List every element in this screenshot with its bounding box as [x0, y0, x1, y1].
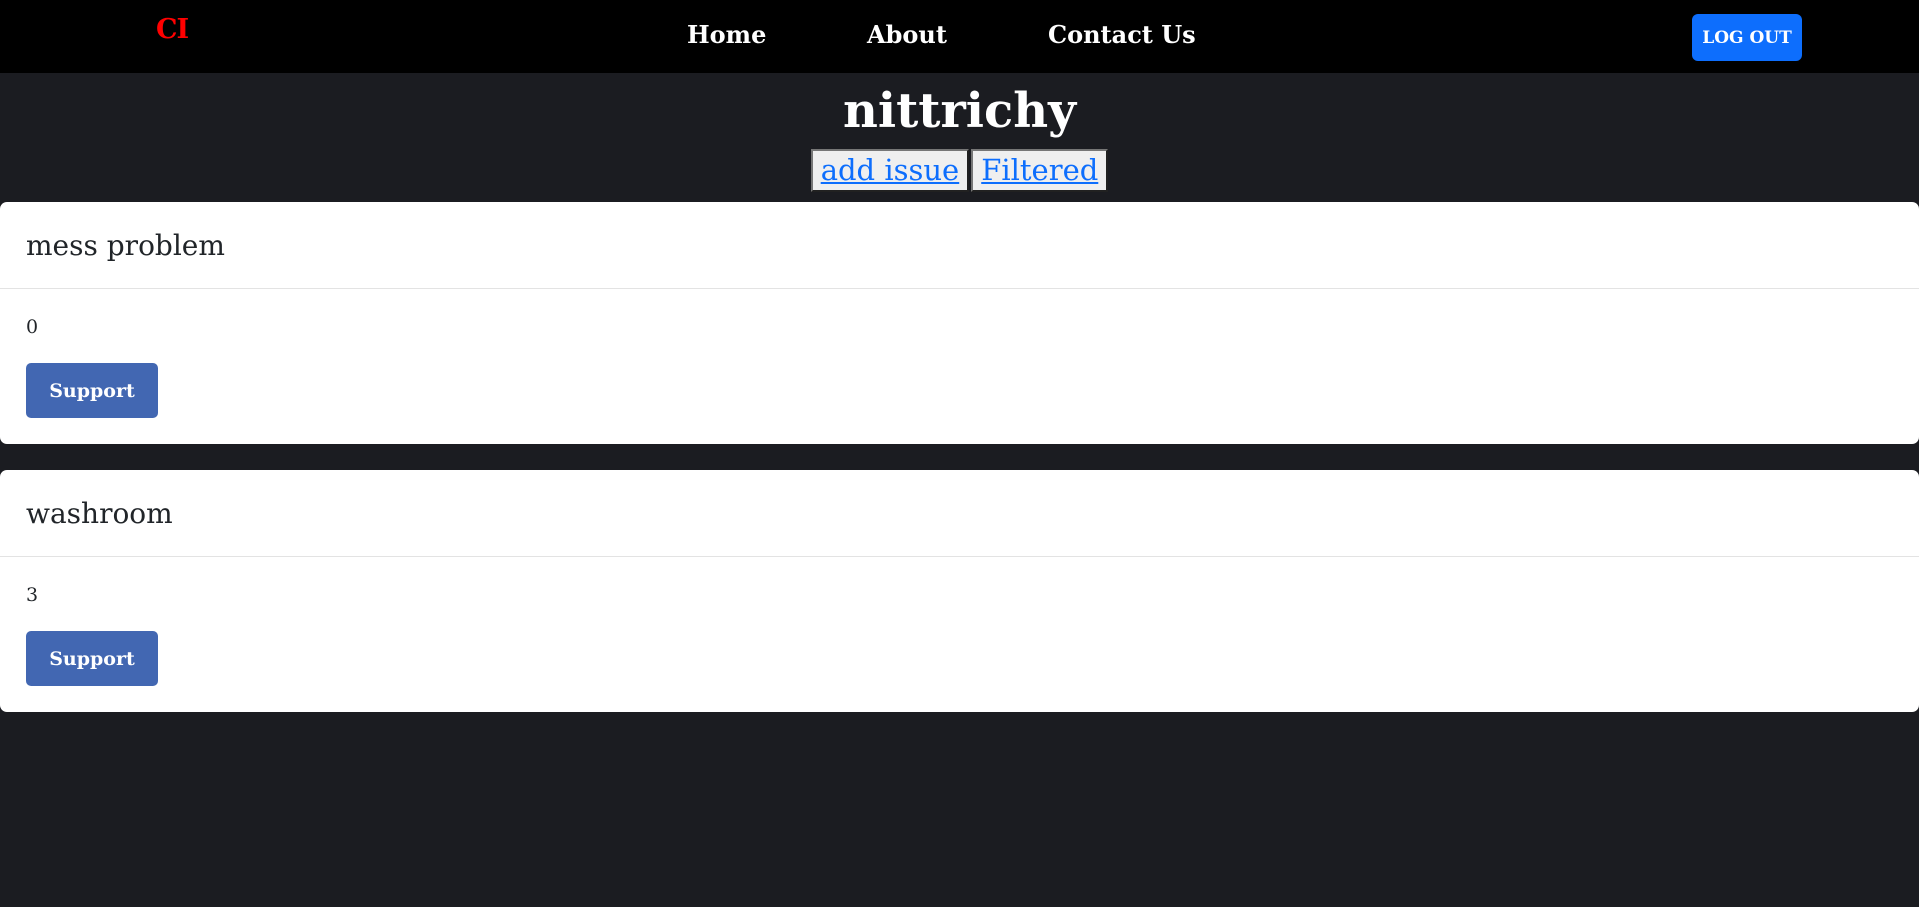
filtered-button[interactable]: Filtered: [971, 149, 1109, 192]
logout-button[interactable]: LOG OUT: [1692, 14, 1802, 61]
page-title: nittrichy: [842, 83, 1076, 139]
issue-title: mess problem: [0, 202, 1919, 289]
navbar: CI Home About Contact Us LOG OUT: [0, 0, 1919, 73]
issue-card: washroom 3 Support: [0, 470, 1919, 712]
nav-link-about[interactable]: About: [867, 20, 947, 49]
support-button[interactable]: Support: [26, 631, 158, 686]
support-count: 3: [26, 584, 39, 606]
issue-title: washroom: [0, 470, 1919, 557]
nav-link-contact-us[interactable]: Contact Us: [1048, 20, 1196, 49]
issue-actions: add issue Filtered: [0, 149, 1919, 192]
support-count: 0: [26, 316, 39, 338]
support-button[interactable]: Support: [26, 363, 158, 418]
brand-logo[interactable]: CI: [156, 14, 189, 45]
nav-link-home[interactable]: Home: [687, 20, 766, 49]
add-issue-button[interactable]: add issue: [810, 149, 970, 192]
issue-card: mess problem 0 Support: [0, 202, 1919, 444]
